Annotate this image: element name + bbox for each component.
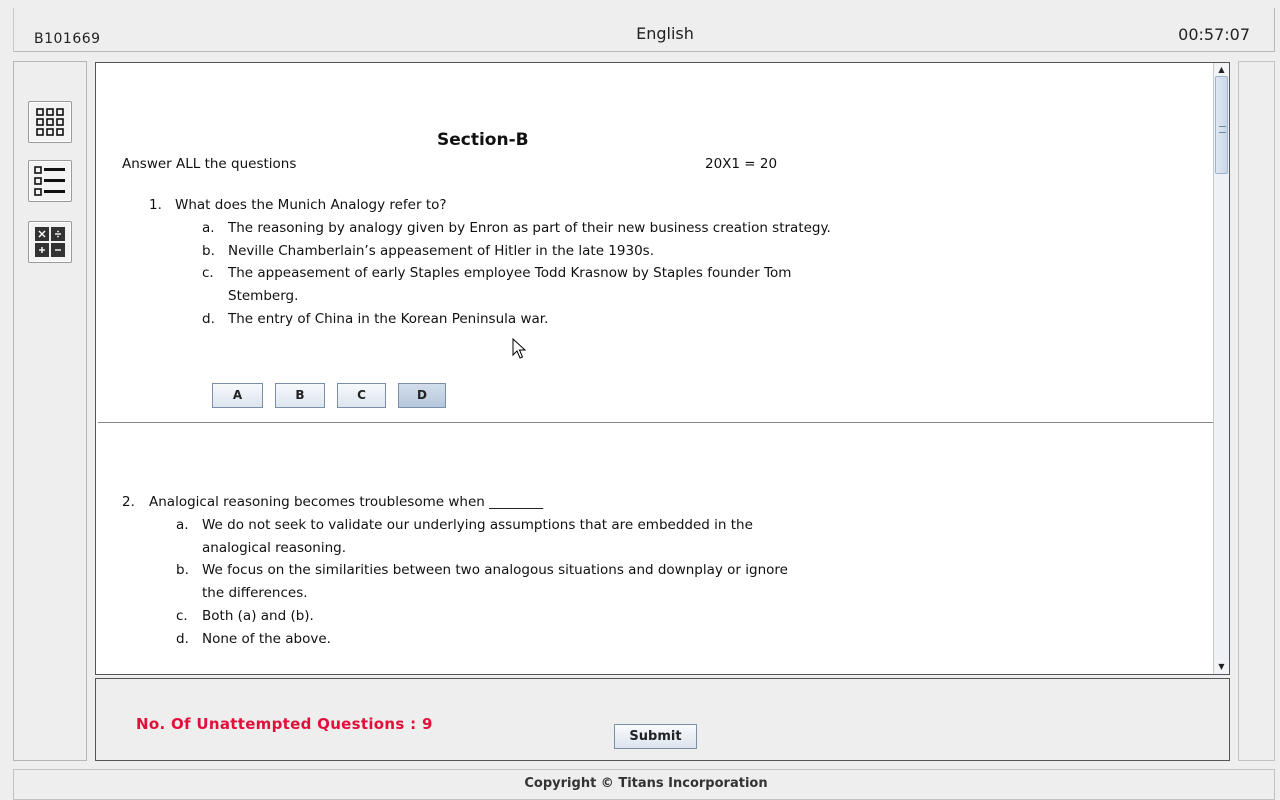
question-divider [98,422,1213,423]
question-list-button[interactable] [28,160,72,202]
option-text: Neville Chamberlain’s appeasement of Hit… [228,243,654,259]
option-text: The appeasement of early Staples employe… [228,265,792,281]
question-pane [95,62,1230,675]
option-text: We do not seek to validate our underlyin… [202,517,753,533]
option-label: a. [202,220,215,236]
copyright-text: Copyright © Titans Incorporation [524,776,768,791]
question-number: 1. [149,197,162,213]
list-icon [34,166,65,196]
unattempted-value: 9 [421,715,433,733]
option-text: The reasoning by analogy given by Enron … [228,220,831,236]
scroll-grip-icon [1219,126,1226,133]
option-text-continued: Stemberg. [228,288,299,304]
option-text: Both (a) and (b). [202,608,314,624]
subject-title: English [636,24,694,43]
option-label: d. [176,631,189,647]
option-label: c. [202,265,214,281]
answer-button-c[interactable]: C [337,383,386,408]
answer-button-b[interactable]: B [275,383,325,408]
answer-button-d[interactable]: D [398,383,446,408]
calculator-icon [35,227,65,257]
option-label: b. [176,562,189,578]
answer-button-a[interactable]: A [212,383,263,408]
option-text-continued: the differences. [202,585,308,601]
vertical-scrollbar[interactable]: ▲ ▼ [1213,63,1229,674]
section-title: Section-B [437,130,529,150]
section-marks: 20X1 = 20 [705,156,778,172]
option-label: c. [176,608,188,624]
grid-icon [36,108,64,136]
question-palette-button[interactable] [28,101,72,143]
question-number: 2. [122,494,135,510]
option-text: None of the above. [202,631,331,647]
unattempted-count: No. Of Unattempted Questions : 9 [136,715,433,733]
scroll-up-arrow-icon[interactable]: ▲ [1214,63,1229,76]
option-text-continued: analogical reasoning. [202,540,347,556]
mouse-pointer-icon [512,338,527,359]
countdown-timer: 00:57:07 [1178,25,1250,44]
option-label: d. [202,311,215,327]
scroll-down-arrow-icon[interactable]: ▼ [1214,660,1229,673]
question-text: What does the Munich Analogy refer to? [175,197,447,213]
right-panel [1238,61,1275,761]
question-text: Analogical reasoning becomes troublesome… [149,494,544,510]
option-label: a. [176,517,189,533]
section-instruction: Answer ALL the questions [122,156,297,172]
option-text: The entry of China in the Korean Peninsu… [228,311,549,327]
scroll-thumb[interactable] [1215,76,1228,174]
submit-button[interactable]: Submit [614,724,697,749]
calculator-button[interactable] [28,221,72,263]
unattempted-label: No. Of Unattempted Questions : [136,715,417,733]
option-text: We focus on the similarities between two… [202,562,788,578]
option-label: b. [202,243,215,259]
